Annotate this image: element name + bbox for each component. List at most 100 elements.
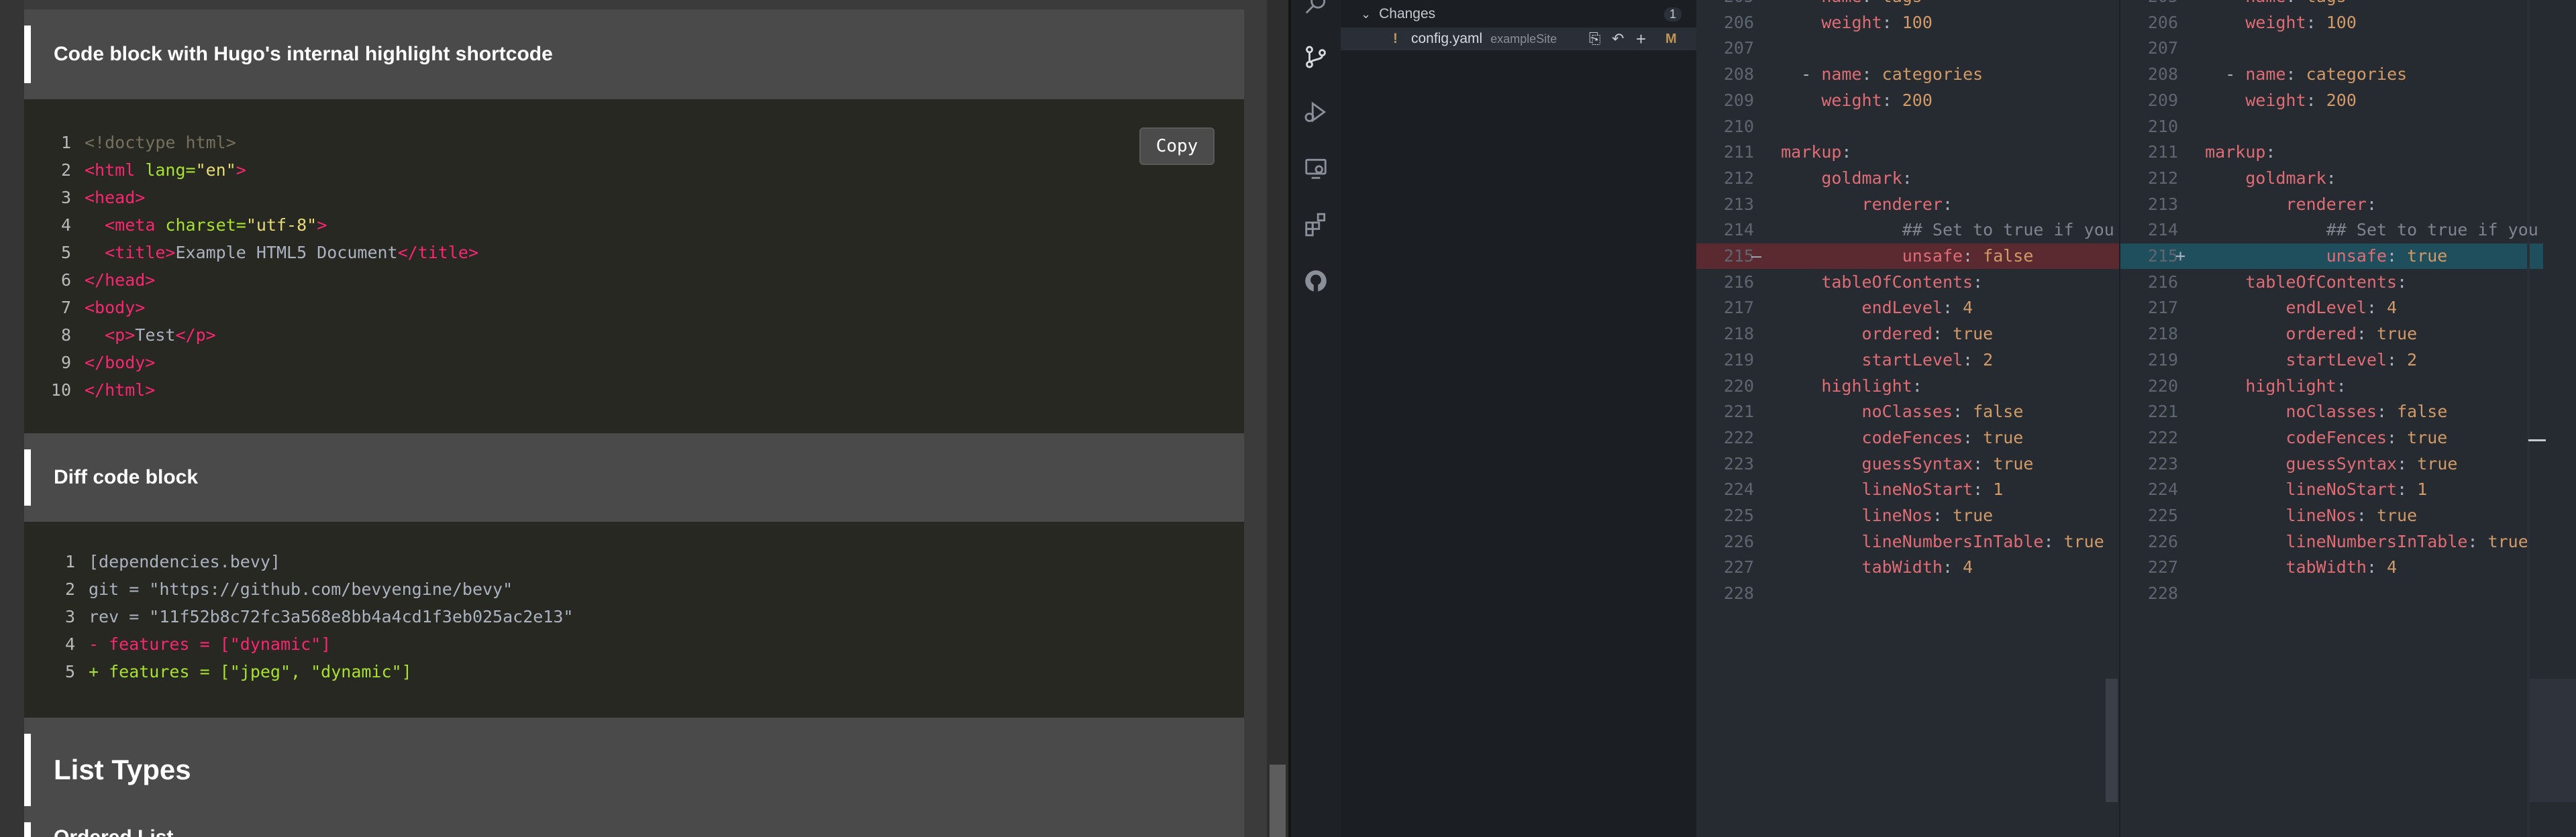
changed-file-row[interactable]: ! config.yaml exampleSite ⎘ ↶ + M bbox=[1341, 27, 1696, 50]
code-token: <title> bbox=[105, 243, 176, 262]
code-token: : bbox=[2366, 194, 2377, 214]
copy-button[interactable]: Copy bbox=[1139, 127, 1215, 165]
code-token: guessSyntax bbox=[2285, 453, 2398, 473]
code-token: false bbox=[1983, 246, 2034, 266]
code-token: 100 bbox=[1902, 12, 1933, 32]
section-header-diff: Diff code block bbox=[24, 433, 1244, 522]
editor-line: 227 tabWidth: 4 bbox=[2120, 555, 2543, 580]
scrollbar-thumb[interactable] bbox=[1270, 765, 1286, 837]
editor-line: 217 endLevel: 4 bbox=[1696, 295, 2119, 321]
editor-line-number: 221 bbox=[1723, 402, 1754, 422]
diff-code-block: 1 [dependencies.bevy] 2 git = "https://gith… bbox=[24, 522, 1244, 718]
code-token: : bbox=[2387, 246, 2408, 266]
code-line: 1 <!doctype html> bbox=[24, 129, 478, 156]
chevron-down-icon[interactable]: ⌄ bbox=[1361, 7, 1371, 21]
code-token: true bbox=[2417, 453, 2458, 473]
remote-explorer-icon[interactable] bbox=[1303, 156, 1329, 181]
code-token: name bbox=[2245, 0, 2285, 6]
code-token: 100 bbox=[2326, 12, 2357, 32]
editor-line: 225 lineNos: true bbox=[1696, 503, 2119, 528]
editor-line: 221 noClasses: false bbox=[2120, 399, 2543, 425]
code-token: lineNos bbox=[1861, 506, 1933, 525]
editor-line: 218 ordered: true bbox=[1696, 321, 2119, 347]
original-pane-scrollbar[interactable] bbox=[2106, 679, 2118, 802]
code-line: 5 <title> Example HTML5 Document </title> bbox=[24, 239, 478, 266]
section-header-list-types: List Types bbox=[24, 718, 1244, 822]
line-number: 8 bbox=[60, 325, 71, 345]
changes-group-header[interactable]: ⌄ Changes 1 bbox=[1341, 3, 1696, 25]
code-token: <head> bbox=[85, 188, 146, 207]
github-icon[interactable] bbox=[1303, 268, 1329, 294]
code-token: name bbox=[1821, 64, 1862, 85]
editor-line-number: 224 bbox=[2147, 480, 2178, 500]
code-text: + features = ["jpeg", "dynamic"] bbox=[89, 662, 412, 681]
editor-line-number: 207 bbox=[2147, 38, 2178, 58]
code-token: 1 bbox=[2417, 480, 2428, 500]
editor-line: 206 weight: 100 bbox=[1696, 10, 2119, 36]
code-token: tabWidth bbox=[1861, 557, 1943, 577]
minimap-slider[interactable] bbox=[2530, 679, 2576, 802]
run-debug-icon[interactable] bbox=[1303, 99, 1329, 125]
code-token: "en" bbox=[195, 160, 236, 180]
editor-line: 214 ## Set to true if you bbox=[1696, 217, 2119, 243]
editor-line: 215+ unsafe: true bbox=[2120, 243, 2543, 269]
page-scrollbar[interactable] bbox=[1267, 0, 1288, 837]
editor-line-number: 225 bbox=[2147, 506, 2178, 525]
editor-line-number: 225 bbox=[1723, 506, 1754, 525]
open-file-icon[interactable]: ⎘ bbox=[1589, 30, 1601, 48]
code-token: : bbox=[2467, 531, 2488, 551]
file-status-modified: M bbox=[1665, 31, 1677, 46]
code-token: ## Set to true if you bbox=[2326, 220, 2538, 240]
code-token: ordered bbox=[2285, 324, 2357, 344]
code-token: 200 bbox=[2326, 90, 2357, 110]
changes-label: Changes bbox=[1379, 6, 1436, 21]
code-token: : bbox=[1973, 453, 1994, 473]
editor-line: 211 markup: bbox=[1696, 140, 2119, 165]
code-token: : bbox=[1942, 557, 1963, 577]
diff-modified-pane[interactable]: 205 - name: tags206 weight: 100207 208 -… bbox=[2120, 0, 2543, 837]
code-token: true bbox=[2063, 531, 2104, 551]
section-title: List Types bbox=[54, 754, 191, 785]
page-preview: Code block with Hugo's internal highligh… bbox=[0, 0, 1288, 837]
diff-original-pane[interactable]: 205 - name: tags206 weight: 100207 208 -… bbox=[1696, 0, 2119, 837]
discard-changes-icon[interactable]: ↶ bbox=[1612, 30, 1624, 48]
code-token: Test bbox=[135, 325, 176, 345]
editor-line: 209 weight: 200 bbox=[1696, 88, 2119, 113]
code-token: : bbox=[2356, 506, 2377, 525]
stage-changes-icon[interactable]: + bbox=[1636, 29, 1646, 50]
editor-line-number: 205 bbox=[1696, 0, 1761, 9]
editor-line: 223 guessSyntax: true bbox=[1696, 451, 2119, 477]
code-token: : bbox=[2286, 0, 2306, 6]
editor-line-number: 208 bbox=[1723, 64, 1754, 85]
code-line: 4 - features = ["dynamic"] bbox=[24, 630, 573, 658]
source-control-icon[interactable] bbox=[1303, 44, 1329, 70]
line-number: 10 bbox=[50, 380, 71, 400]
extensions-icon[interactable] bbox=[1303, 212, 1329, 237]
code-line: 1 [dependencies.bevy] bbox=[24, 548, 573, 575]
editor-line: 219 startLevel: 2 bbox=[2120, 347, 2543, 373]
editor-line-number: 217 bbox=[1723, 298, 1754, 318]
code-token: : bbox=[1841, 142, 1852, 162]
code-line: 9 </body> bbox=[24, 349, 478, 376]
code-text: [dependencies.bevy] bbox=[89, 552, 280, 571]
editor-line: 221 noClasses: false bbox=[1696, 399, 2119, 425]
search-icon[interactable] bbox=[1303, 0, 1329, 16]
code-token: tabWidth bbox=[2285, 557, 2367, 577]
code-token: true bbox=[2407, 427, 2448, 447]
code-token: : bbox=[2326, 168, 2336, 188]
